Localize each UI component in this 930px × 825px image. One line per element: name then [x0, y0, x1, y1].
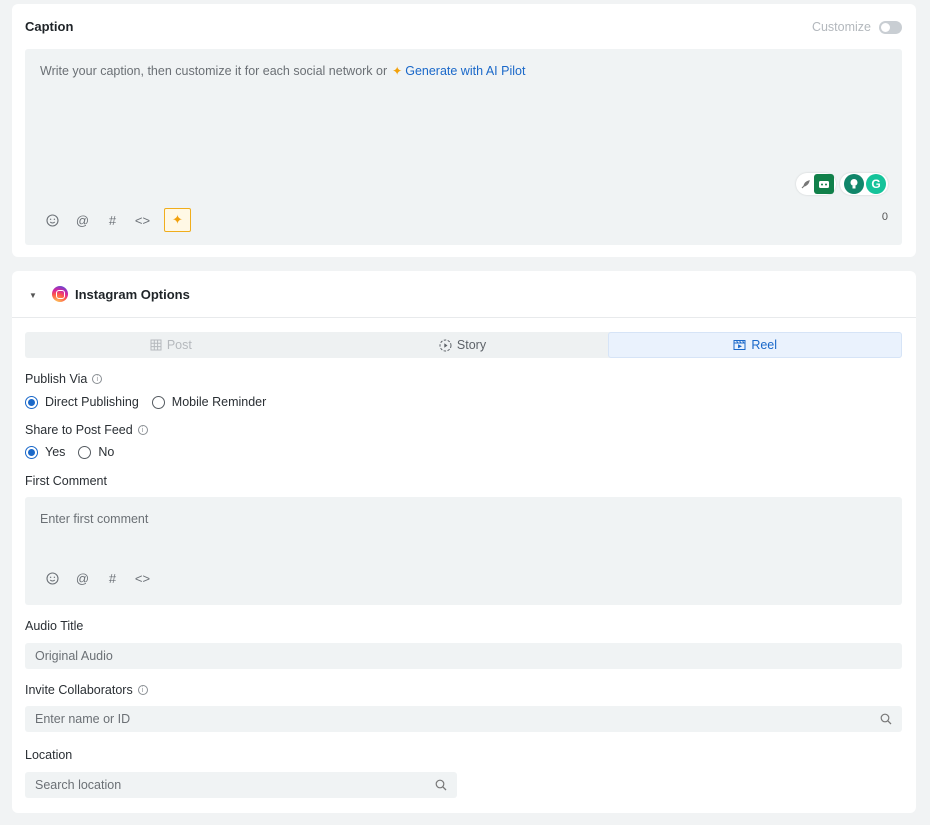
publish-via-label: Publish Via i [25, 372, 103, 386]
search-icon[interactable] [435, 779, 447, 791]
ai-sparkle-icon[interactable]: ✦ [164, 208, 191, 232]
location-search-input[interactable]: Search location [25, 772, 457, 798]
audio-title-field[interactable]: Original Audio [25, 643, 902, 669]
instagram-options-header[interactable]: ▼ Instagram Options [12, 271, 916, 318]
radio-button[interactable] [78, 445, 92, 459]
caption-placeholder: Write your caption, then customize it fo… [40, 64, 525, 78]
publish-via-label-text: Publish Via [25, 372, 88, 386]
caption-editor[interactable]: Write your caption, then customize it fo… [25, 49, 902, 245]
tab-reel[interactable]: Reel [608, 332, 903, 358]
robot-icon[interactable] [814, 174, 834, 194]
instagram-icon [52, 286, 68, 302]
hashtag-icon[interactable]: # [104, 212, 121, 229]
tab-story-label: Story [456, 338, 487, 352]
info-icon[interactable]: i [137, 425, 148, 435]
info-icon[interactable]: i [137, 685, 148, 695]
radio-button[interactable] [25, 445, 38, 459]
feather-icon [801, 180, 810, 189]
radio-direct-publishing[interactable]: Direct Publishing [25, 395, 139, 409]
instagram-options-card: ▼ Instagram Options Post Story Reel Publ… [12, 271, 916, 813]
caption-title: Caption [25, 19, 74, 34]
assistant-pill[interactable]: G [840, 173, 888, 195]
extension-icons: G [796, 173, 888, 195]
tab-post[interactable]: Post [25, 332, 317, 358]
emoji-icon[interactable] [44, 570, 61, 587]
tab-reel-label: Reel [751, 338, 778, 352]
mention-icon[interactable]: @ [74, 212, 91, 229]
share-to-feed-label: Share to Post Feed i [25, 423, 148, 437]
location-placeholder: Search location [35, 778, 122, 792]
location-label: Location [25, 748, 73, 762]
character-count: 0 [881, 211, 888, 223]
grid-icon [150, 339, 162, 351]
first-comment-editor[interactable]: Enter first comment @ # <> [25, 497, 902, 605]
radio-button[interactable] [25, 395, 38, 409]
story-icon [439, 339, 452, 351]
emoji-icon[interactable] [44, 212, 61, 229]
info-icon[interactable]: i [92, 374, 103, 384]
grammarly-icon[interactable]: G [866, 174, 886, 194]
generate-ai-link[interactable]: ✦ Generate with AI Pilot [392, 64, 525, 78]
share-to-feed-options: Yes No [25, 445, 127, 459]
radio-mobile-reminder[interactable]: Mobile Reminder [151, 395, 267, 409]
radio-label: No [98, 445, 115, 459]
radio-label: Direct Publishing [45, 395, 139, 409]
reel-icon [733, 340, 746, 350]
collapse-caret-icon[interactable]: ▼ [29, 291, 37, 300]
radio-yes[interactable]: Yes [25, 445, 65, 459]
share-to-feed-label-text: Share to Post Feed [25, 423, 133, 437]
hashtag-icon[interactable]: # [104, 570, 121, 587]
radio-no[interactable]: No [78, 445, 114, 459]
post-type-tabs: Post Story Reel [25, 332, 903, 358]
code-icon[interactable]: <> [134, 570, 151, 587]
tab-post-label: Post [166, 338, 192, 352]
lightbulb-icon[interactable] [844, 174, 864, 194]
invite-collaborators-input[interactable]: Enter name or ID [25, 706, 902, 732]
sparkle-icon: ✦ [392, 64, 403, 78]
audio-title-value: Original Audio [35, 649, 113, 663]
invite-collaborators-label: Invite Collaborators i [25, 683, 148, 697]
mention-icon[interactable]: @ [74, 570, 91, 587]
customize-toggle[interactable] [879, 20, 902, 34]
audio-title-label: Audio Title [25, 619, 84, 633]
invite-collaborators-placeholder: Enter name or ID [35, 712, 131, 726]
caption-card: Caption Customize Write your caption, th… [12, 4, 916, 257]
caption-placeholder-text: Write your caption, then customize it fo… [40, 64, 388, 78]
search-icon[interactable] [880, 713, 892, 725]
first-comment-placeholder: Enter first comment [40, 512, 149, 526]
tab-story[interactable]: Story [317, 332, 609, 358]
instagram-options-title: Instagram Options [75, 287, 190, 302]
caption-toolbar: @ # <> ✦ [44, 208, 191, 232]
first-comment-label: First Comment [25, 474, 107, 488]
customize-toggle-group[interactable]: Customize [812, 20, 902, 34]
comment-toolbar: @ # <> [44, 570, 151, 587]
code-icon[interactable]: <> [134, 212, 151, 229]
invite-collaborators-label-text: Invite Collaborators [25, 683, 133, 697]
extension-pill[interactable] [796, 173, 836, 195]
radio-label: Yes [45, 445, 66, 459]
customize-label: Customize [811, 20, 871, 34]
generate-ai-link-label: Generate with AI Pilot [405, 64, 526, 78]
radio-label: Mobile Reminder [171, 395, 267, 409]
radio-button[interactable] [151, 395, 165, 409]
publish-via-options: Direct Publishing Mobile Reminder [25, 395, 279, 409]
